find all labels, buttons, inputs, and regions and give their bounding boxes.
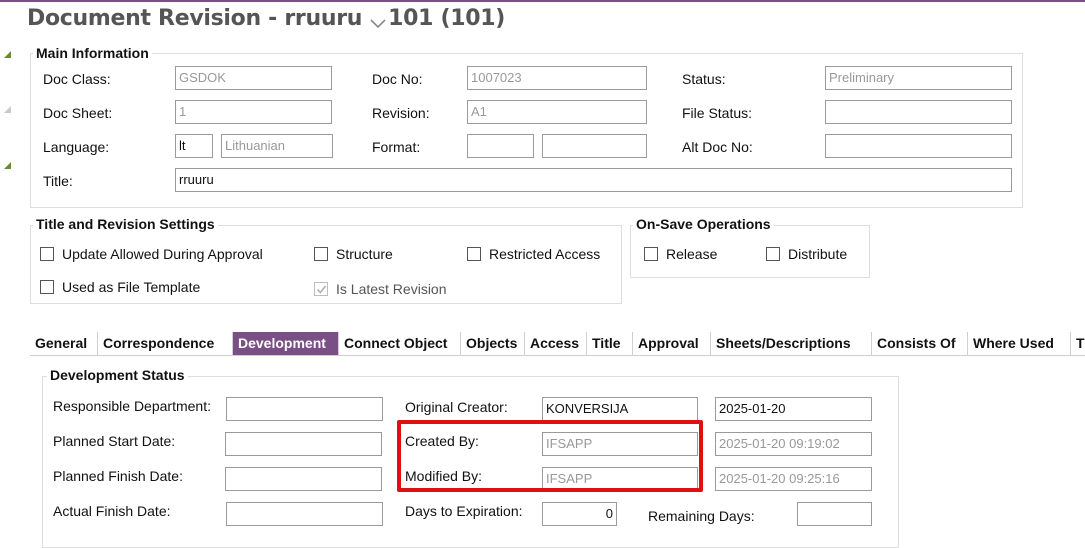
- title-label: Title:: [43, 173, 73, 189]
- tab-correspondence[interactable]: Correspondence: [98, 332, 233, 355]
- tab-access[interactable]: Access: [525, 332, 587, 355]
- language-label: Language:: [43, 139, 110, 155]
- release-checkbox[interactable]: [644, 247, 658, 261]
- tab-general[interactable]: General: [30, 332, 98, 355]
- revision-label: Revision:: [372, 105, 430, 121]
- title-revision-settings-title: Title and Revision Settings: [33, 216, 218, 232]
- tab-where-used[interactable]: Where Used: [968, 332, 1071, 355]
- tab-development[interactable]: Development: [233, 332, 339, 355]
- distribute-checkbox[interactable]: [766, 247, 780, 261]
- doc-no-field[interactable]: 1007023: [467, 66, 647, 90]
- page-title: Document Revision - rruuru 101 (101): [27, 6, 505, 31]
- chevron-down-icon[interactable]: [370, 11, 386, 29]
- format-field-1[interactable]: [467, 134, 534, 158]
- on-save-operations-title: On-Save Operations: [633, 216, 774, 232]
- tab-sheets-descriptions[interactable]: Sheets/Descriptions: [711, 332, 872, 355]
- planned-start-date-label: Planned Start Date:: [53, 433, 176, 449]
- structure-checkbox[interactable]: [314, 247, 328, 261]
- restricted-access-label: Restricted Access: [489, 246, 601, 262]
- highlight-box: [397, 420, 703, 492]
- tab-bar: General Correspondence Development Conne…: [30, 332, 1085, 356]
- remaining-days-label: Remaining Days:: [648, 508, 755, 524]
- language-code-field[interactable]: lt: [175, 134, 213, 158]
- page-title-text: Document Revision - rruuru: [27, 6, 363, 31]
- alt-doc-no-field[interactable]: [825, 134, 1012, 158]
- alt-doc-no-label: Alt Doc No:: [682, 139, 753, 155]
- top-accent-line: [0, 0, 1085, 2]
- section-expand-icon[interactable]: [4, 51, 11, 58]
- language-name-field[interactable]: Lithuanian: [221, 134, 333, 158]
- modified-date-field[interactable]: 2025-01-20 09:25:16: [715, 467, 872, 491]
- section-expand-icon[interactable]: [4, 106, 11, 113]
- responsible-department-field[interactable]: [226, 397, 383, 421]
- revision-field[interactable]: A1: [467, 100, 647, 124]
- days-to-expiration-field[interactable]: 0: [542, 502, 617, 526]
- section-expand-icon[interactable]: [4, 162, 11, 169]
- planned-finish-date-field[interactable]: [225, 467, 382, 491]
- remaining-days-field[interactable]: [797, 502, 872, 526]
- file-status-label: File Status:: [682, 105, 753, 121]
- tab-connect-object[interactable]: Connect Object: [339, 332, 461, 355]
- tab-objects[interactable]: Objects: [461, 332, 525, 355]
- tab-approval[interactable]: Approval: [633, 332, 711, 355]
- created-date-field[interactable]: 2025-01-20 09:19:02: [715, 432, 872, 456]
- title-field[interactable]: rruuru: [175, 168, 1012, 192]
- doc-class-label: Doc Class:: [43, 71, 111, 87]
- development-status-title: Development Status: [47, 367, 188, 383]
- file-template-label: Used as File Template: [62, 279, 201, 295]
- original-creator-field[interactable]: KONVERSIJA: [542, 397, 698, 421]
- format-label: Format:: [372, 139, 421, 155]
- file-status-field[interactable]: [825, 100, 1012, 124]
- release-label: Release: [666, 246, 718, 262]
- original-creator-label: Original Creator:: [405, 399, 508, 415]
- format-field-2[interactable]: [542, 134, 647, 158]
- status-label: Status:: [682, 71, 726, 87]
- latest-revision-checkbox: [314, 282, 328, 296]
- checkmark-icon: [316, 285, 327, 294]
- structure-label: Structure: [336, 246, 393, 262]
- latest-revision-label: Is Latest Revision: [336, 281, 447, 297]
- original-creator-date-field[interactable]: 2025-01-20: [715, 397, 872, 421]
- responsible-department-label: Responsible Department:: [53, 398, 211, 414]
- planned-finish-date-label: Planned Finish Date:: [53, 468, 183, 484]
- distribute-label: Distribute: [788, 246, 848, 262]
- tab-consists-of[interactable]: Consists Of: [872, 332, 968, 355]
- update-allowed-checkbox[interactable]: [40, 247, 54, 261]
- days-to-expiration-label: Days to Expiration:: [405, 503, 523, 519]
- doc-sheet-field[interactable]: 1: [175, 100, 332, 124]
- actual-finish-date-label: Actual Finish Date:: [53, 503, 171, 519]
- doc-no-label: Doc No:: [372, 71, 423, 87]
- record-indicator: 101 (101): [388, 6, 506, 31]
- doc-sheet-label: Doc Sheet:: [43, 105, 113, 121]
- tab-truncated[interactable]: T: [1071, 332, 1085, 355]
- tab-title[interactable]: Title: [587, 332, 633, 355]
- doc-class-field[interactable]: GSDOK: [175, 66, 332, 90]
- main-information-title: Main Information: [33, 45, 152, 61]
- restricted-access-checkbox[interactable]: [467, 247, 481, 261]
- file-template-checkbox[interactable]: [40, 280, 54, 294]
- update-allowed-label: Update Allowed During Approval: [62, 246, 263, 262]
- planned-start-date-field[interactable]: [225, 432, 382, 456]
- status-field[interactable]: Preliminary: [825, 66, 1012, 90]
- actual-finish-date-field[interactable]: [226, 502, 383, 526]
